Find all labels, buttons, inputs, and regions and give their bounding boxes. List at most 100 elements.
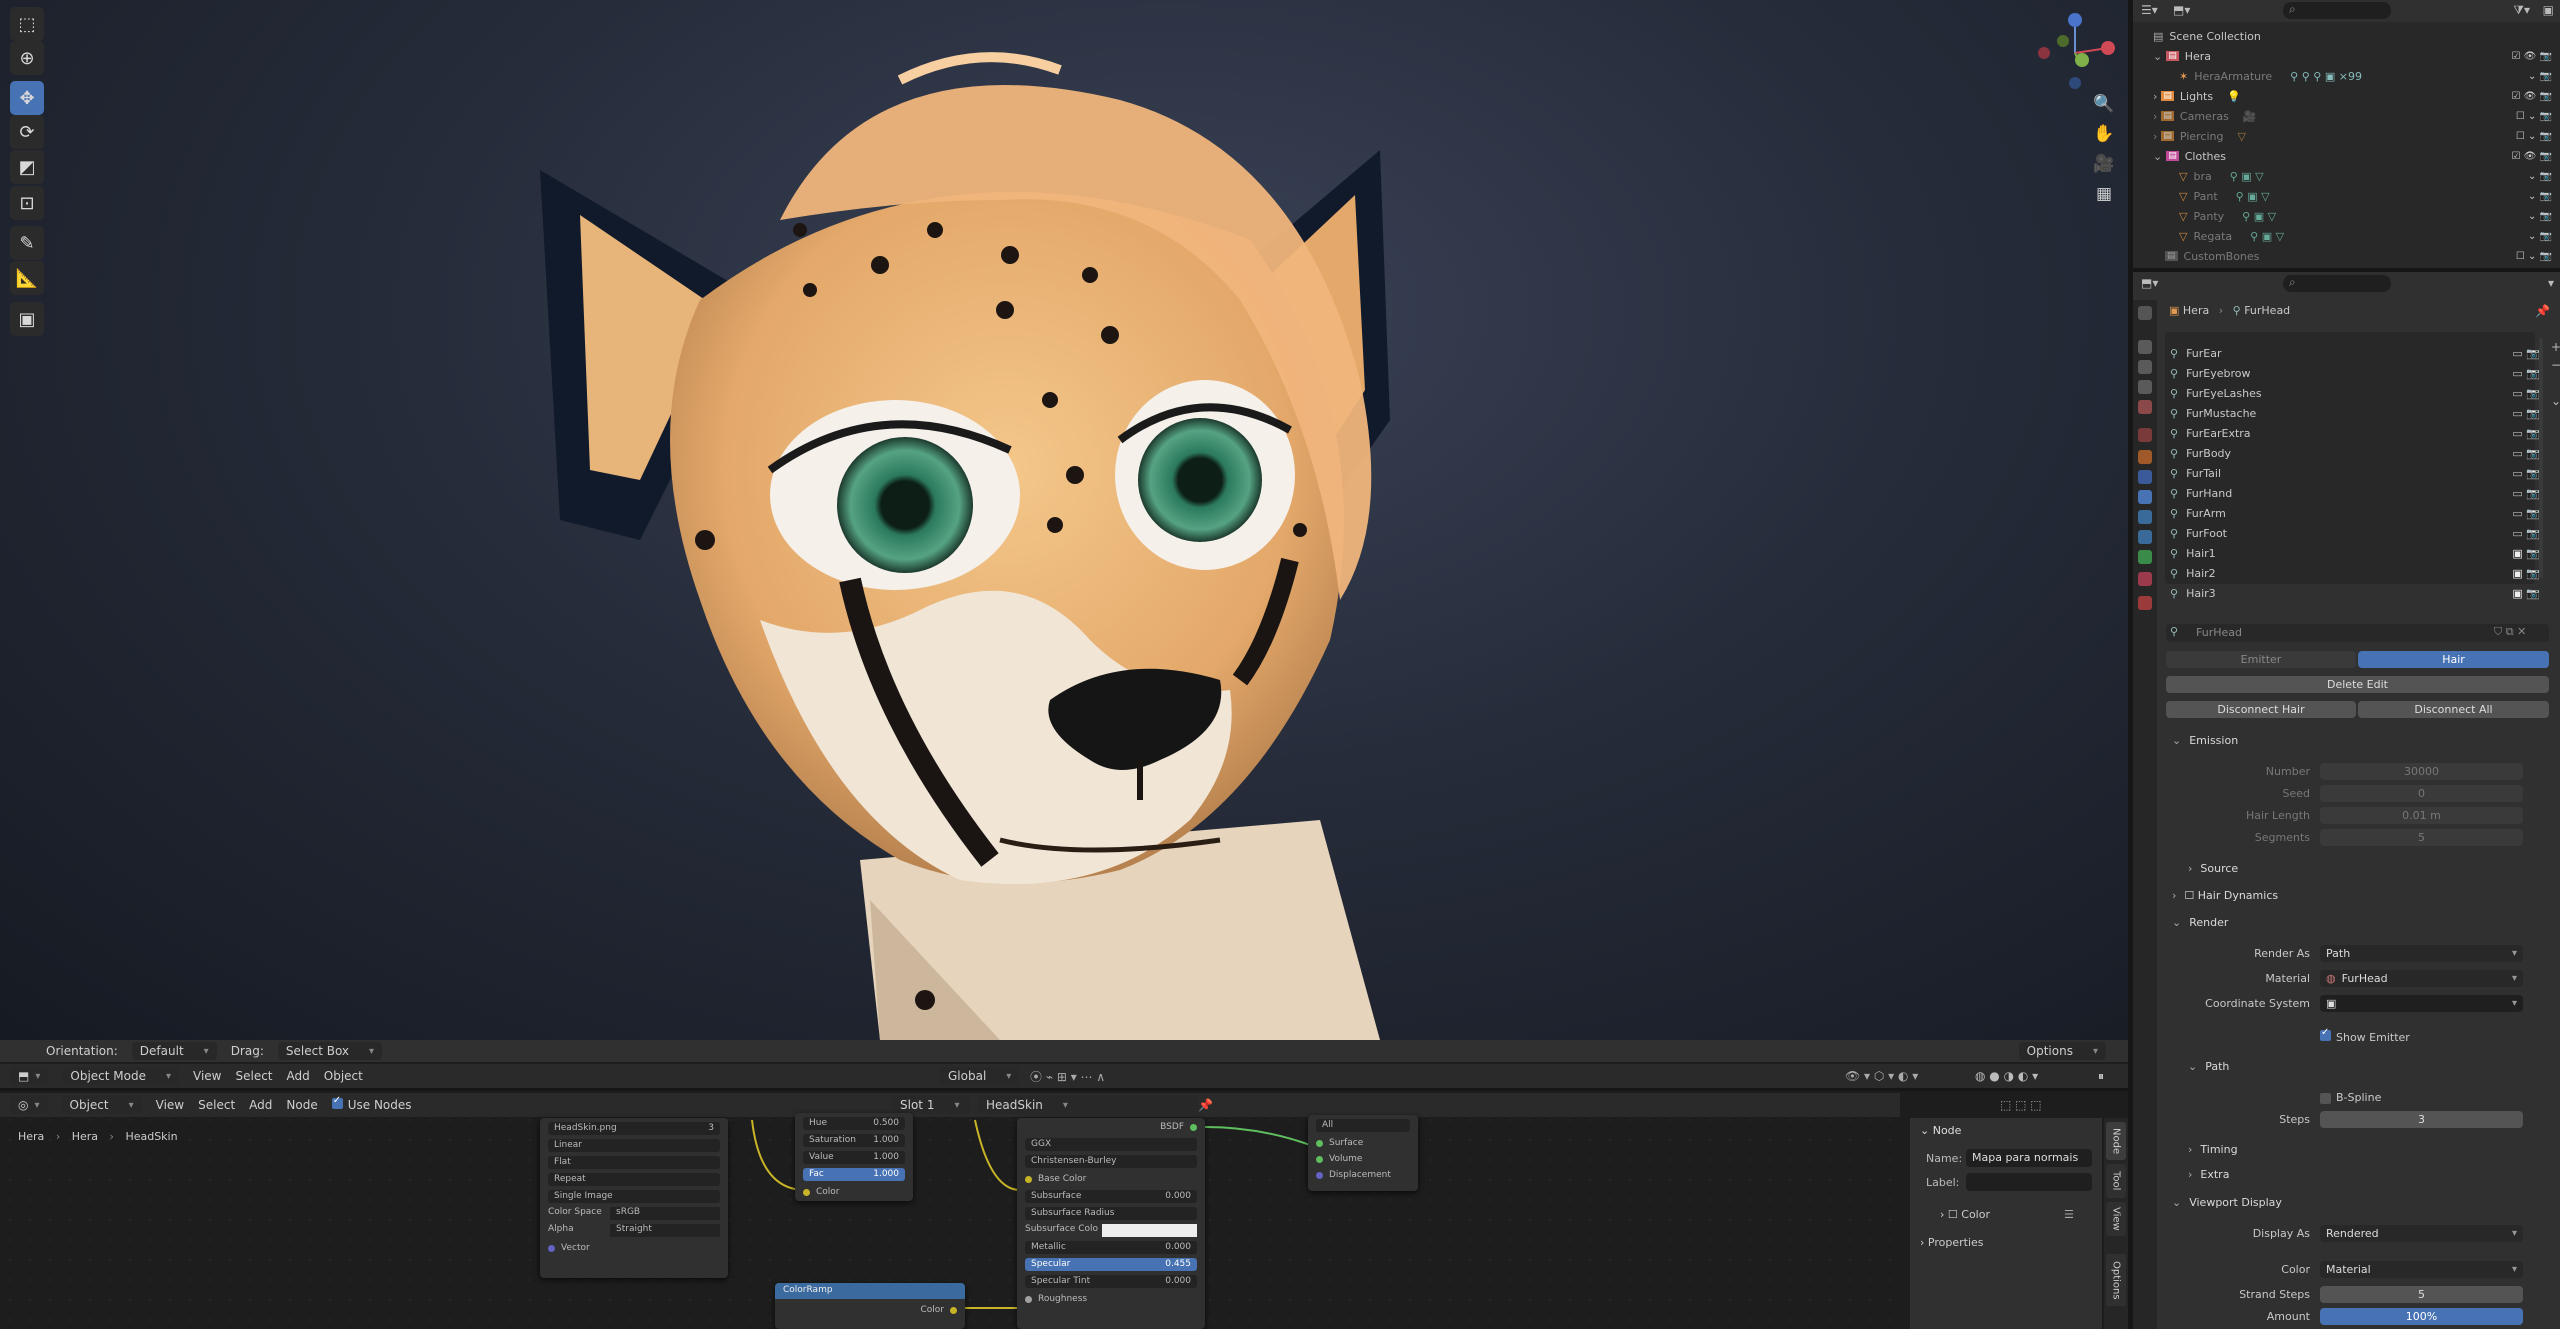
particle-system-item[interactable]: ⚲ FurTail ▭ 📷 bbox=[2170, 463, 2550, 483]
navigation-gizmo[interactable] bbox=[2030, 8, 2120, 98]
show-emitter-checkbox[interactable]: Show Emitter bbox=[2320, 1027, 2410, 1044]
color-dropdown[interactable]: Material bbox=[2320, 1261, 2523, 1278]
pan-hand-icon[interactable]: ✋ bbox=[2090, 120, 2118, 148]
metallic-value[interactable]: 0.000 bbox=[1165, 1242, 1191, 1253]
outliner-search-input[interactable]: ⌕ bbox=[2283, 2, 2391, 19]
hair-length-field[interactable]: 0.01 m bbox=[2320, 807, 2523, 824]
pin-icon[interactable]: 📌 bbox=[1198, 1098, 1213, 1112]
outliner-editor-icon[interactable]: ☰▾ bbox=[2141, 3, 2158, 17]
object-type-dropdown[interactable]: Object bbox=[61, 1096, 142, 1114]
modifier-tab-icon[interactable] bbox=[2138, 470, 2152, 484]
node-name-input[interactable]: Mapa para normais bbox=[1966, 1149, 2092, 1167]
outliner-row[interactable]: › ▤ Lights 💡 ☑ 👁 📷 bbox=[2133, 86, 2560, 106]
particle-system-item[interactable]: ⚲ Hair3 ▣ 📷 bbox=[2170, 583, 2550, 603]
node-menu-node[interactable]: Node bbox=[286, 1098, 317, 1112]
interpolation-dropdown[interactable]: Linear bbox=[554, 1140, 582, 1151]
properties-subsection[interactable]: › Properties bbox=[1920, 1236, 1984, 1249]
properties-editor-icon[interactable]: ⬒▾ bbox=[2141, 276, 2158, 290]
constraints-tab-icon[interactable] bbox=[2138, 530, 2152, 544]
menu-select[interactable]: Select bbox=[235, 1069, 272, 1083]
world-tab-icon[interactable] bbox=[2138, 428, 2152, 442]
particle-system-item[interactable]: ⚲ FurEarExtra ▭ 📷 bbox=[2170, 423, 2550, 443]
render-tab-icon[interactable] bbox=[2138, 340, 2152, 354]
list-icon[interactable]: ☰ bbox=[2064, 1208, 2074, 1221]
emission-section[interactable]: Emission bbox=[2172, 734, 2238, 747]
tab-node[interactable]: Node bbox=[2106, 1122, 2126, 1160]
roughness-socket[interactable]: Roughness bbox=[1038, 1294, 1087, 1304]
view-layer-tab-icon[interactable] bbox=[2138, 380, 2152, 394]
distribution-dropdown[interactable]: GGX bbox=[1031, 1139, 1051, 1150]
specular-value[interactable]: 0.455 bbox=[1165, 1259, 1191, 1270]
data-tab-icon[interactable] bbox=[2138, 550, 2152, 564]
tab-tool[interactable]: Tool bbox=[2106, 1164, 2126, 1198]
specular-tint-value[interactable]: 0.000 bbox=[1165, 1276, 1191, 1287]
area-divider[interactable] bbox=[2128, 0, 2133, 1329]
select-box-tool-icon[interactable]: ⬚ bbox=[10, 7, 44, 41]
display-mode-icon[interactable]: ⬒▾ bbox=[2173, 3, 2190, 17]
drag-dropdown[interactable]: Select Box bbox=[277, 1042, 383, 1060]
colorramp-color-output[interactable]: Color bbox=[921, 1305, 945, 1315]
snap-icons[interactable]: ⦿ ⌁ ⊞ ▾ ⋯ ∧ bbox=[1030, 1068, 1105, 1085]
outliner-row[interactable]: ▽ bra ⚲ ▣ ▽ ⌄ 📷 bbox=[2133, 166, 2560, 186]
extra-subsection[interactable]: Extra bbox=[2188, 1168, 2229, 1181]
tab-view[interactable]: View bbox=[2106, 1202, 2126, 1236]
alpha-dropdown[interactable]: Straight bbox=[610, 1224, 720, 1237]
strand-steps-field[interactable]: 5 bbox=[2320, 1286, 2523, 1303]
filter-icon[interactable]: ⧩▾ bbox=[2513, 3, 2530, 18]
steps-field[interactable]: 3 bbox=[2320, 1111, 2523, 1128]
surface-socket[interactable]: Surface bbox=[1329, 1138, 1363, 1148]
3d-viewport[interactable]: ⬚ ⊕ ✥ ⟳ ◩ ⊡ ✎ 📐 ▣ 🔍 ✋ 🎥 ▦ bbox=[0, 0, 2128, 1040]
colorramp-node[interactable]: ColorRamp Color bbox=[775, 1283, 965, 1329]
editor-type-dropdown[interactable]: ⬒ bbox=[10, 1067, 49, 1085]
particle-system-item[interactable]: ⚲ FurFoot ▭ 📷 bbox=[2170, 523, 2550, 543]
principled-bsdf-node[interactable]: BSDF GGX Christensen-Burley Base Color S… bbox=[1017, 1118, 1205, 1329]
hue-value[interactable]: 0.500 bbox=[873, 1118, 899, 1129]
image-texture-node[interactable]: HeadSkin.png 3 Linear Flat Repeat Single … bbox=[540, 1118, 728, 1278]
segments-field[interactable]: 5 bbox=[2320, 829, 2523, 846]
node-label-input[interactable] bbox=[1966, 1173, 2092, 1191]
shading-mode-icons[interactable]: ◍ ● ◑ ◐ ▾ bbox=[1975, 1069, 2038, 1083]
particle-system-item[interactable]: ⚲ FurEyebrow ▭ 📷 bbox=[2170, 363, 2550, 383]
settings-actions[interactable]: ⛉ ⧉ ✕ bbox=[2494, 625, 2526, 639]
scene-collection-row[interactable]: ▤ Scene Collection bbox=[2133, 26, 2560, 46]
scale-tool-icon[interactable]: ◩ bbox=[10, 150, 44, 184]
subsurface-color-swatch[interactable] bbox=[1102, 1224, 1197, 1237]
menu-object[interactable]: Object bbox=[324, 1069, 363, 1083]
particle-system-item[interactable]: ⚲ FurHand ▭ 📷 bbox=[2170, 483, 2550, 503]
node-editor-type-dropdown[interactable]: ◎ bbox=[10, 1096, 48, 1114]
particles-tab-icon[interactable] bbox=[2138, 490, 2152, 504]
base-color-socket[interactable]: Base Color bbox=[1038, 1174, 1086, 1184]
tab-options[interactable]: Options bbox=[2106, 1254, 2126, 1306]
color-subsection[interactable]: › ☐ Color bbox=[1940, 1208, 1990, 1221]
subsurface-method-dropdown[interactable]: Christensen-Burley bbox=[1031, 1156, 1116, 1167]
number-field[interactable]: 30000 bbox=[2320, 763, 2523, 780]
particle-system-item[interactable]: ⚲ FurBody ▭ 📷 bbox=[2170, 443, 2550, 463]
color-space-dropdown[interactable]: sRGB bbox=[610, 1207, 720, 1220]
subsurface-value[interactable]: 0.000 bbox=[1165, 1191, 1191, 1202]
value-value[interactable]: 1.000 bbox=[873, 1152, 899, 1163]
render-section[interactable]: Render bbox=[2172, 916, 2228, 929]
mode-dropdown[interactable]: Object Mode bbox=[62, 1067, 179, 1085]
orientation-dropdown[interactable]: Default bbox=[131, 1042, 217, 1060]
disconnect-hair-button[interactable]: Disconnect Hair bbox=[2166, 701, 2356, 718]
pin-icon[interactable]: 📌 bbox=[2535, 304, 2550, 318]
transform-tool-icon[interactable]: ⊡ bbox=[10, 186, 44, 220]
projection-dropdown[interactable]: Flat bbox=[554, 1157, 571, 1168]
material-selector[interactable]: HeadSkin bbox=[978, 1096, 1198, 1114]
fac-value[interactable]: 1.000 bbox=[873, 1169, 899, 1180]
source-subsection[interactable]: Source bbox=[2188, 862, 2238, 875]
overlay-icons[interactable]: 👁 ▾ ⬡ ▾ ◐ ▾ bbox=[1845, 1069, 1918, 1083]
pause-icon[interactable]: ⏸ bbox=[2098, 1069, 2104, 1084]
use-nodes-checkbox[interactable]: Use Nodes bbox=[331, 1095, 426, 1112]
list-controls[interactable]: + − ⌄ bbox=[2551, 338, 2560, 410]
rotate-tool-icon[interactable]: ⟳ bbox=[10, 115, 44, 149]
seed-field[interactable]: 0 bbox=[2320, 785, 2523, 802]
area-divider[interactable] bbox=[2133, 268, 2560, 272]
particle-system-item[interactable]: ⚲ FurEyeLashes ▭ 📷 bbox=[2170, 383, 2550, 403]
measure-tool-icon[interactable]: 📐 bbox=[10, 261, 44, 295]
particle-system-item[interactable]: ⚲ FurMustache ▭ 📷 bbox=[2170, 403, 2550, 423]
hair-dynamics-section[interactable]: ☐ Hair Dynamics bbox=[2172, 889, 2278, 902]
transform-orientation-dropdown[interactable]: Global bbox=[940, 1067, 1020, 1085]
material-tab-icon[interactable] bbox=[2138, 572, 2152, 586]
outliner-row[interactable]: ▽ Pant ⚲ ▣ ▽ ⌄ 📷 bbox=[2133, 186, 2560, 206]
